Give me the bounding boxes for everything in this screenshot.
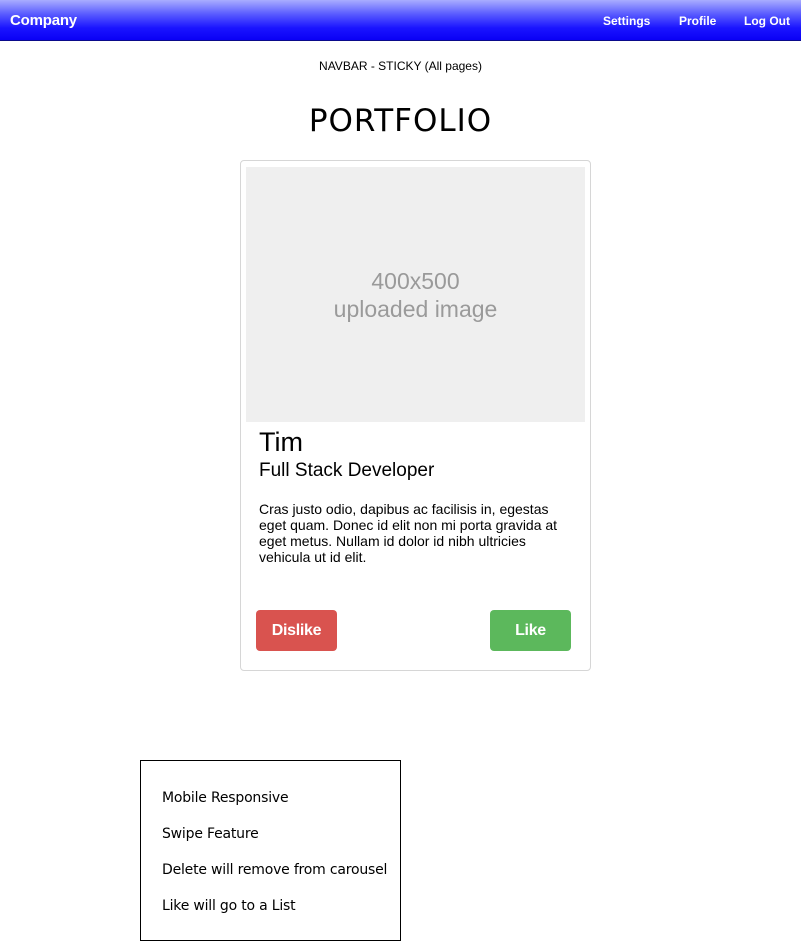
note-item: Swipe Feature [162, 826, 259, 842]
note-item: Like will go to a List [162, 898, 296, 914]
nav-settings-link[interactable]: Settings [603, 14, 650, 28]
image-placeholder-size: 400x500 [371, 267, 460, 294]
notes-box: Mobile Responsive Swipe Feature Delete w… [140, 760, 401, 941]
note-item: Mobile Responsive [162, 790, 289, 806]
navbar: Company Settings Profile Log Out [0, 0, 801, 41]
profile-card: 400x500 uploaded image Tim Full Stack De… [240, 160, 591, 671]
profile-name: Tim [259, 427, 303, 457]
profile-description: Cras justo odio, dapibus ac facilisis in… [259, 501, 558, 565]
navbar-annotation: NAVBAR - STICKY (All pages) [319, 59, 482, 73]
page-title: PORTFOLIO [308, 103, 493, 139]
dislike-button[interactable]: Dislike [256, 610, 337, 651]
image-placeholder: 400x500 uploaded image [246, 167, 585, 422]
page: Company Settings Profile Log Out NAVBAR … [0, 0, 801, 941]
nav-logout-link[interactable]: Log Out [744, 14, 790, 28]
profile-role: Full Stack Developer [259, 460, 435, 481]
brand-link[interactable]: Company [10, 12, 77, 29]
nav-profile-link[interactable]: Profile [679, 14, 716, 28]
note-item: Delete will remove from carousel [162, 862, 388, 878]
like-button[interactable]: Like [490, 610, 571, 651]
image-placeholder-label: uploaded image [333, 295, 498, 322]
